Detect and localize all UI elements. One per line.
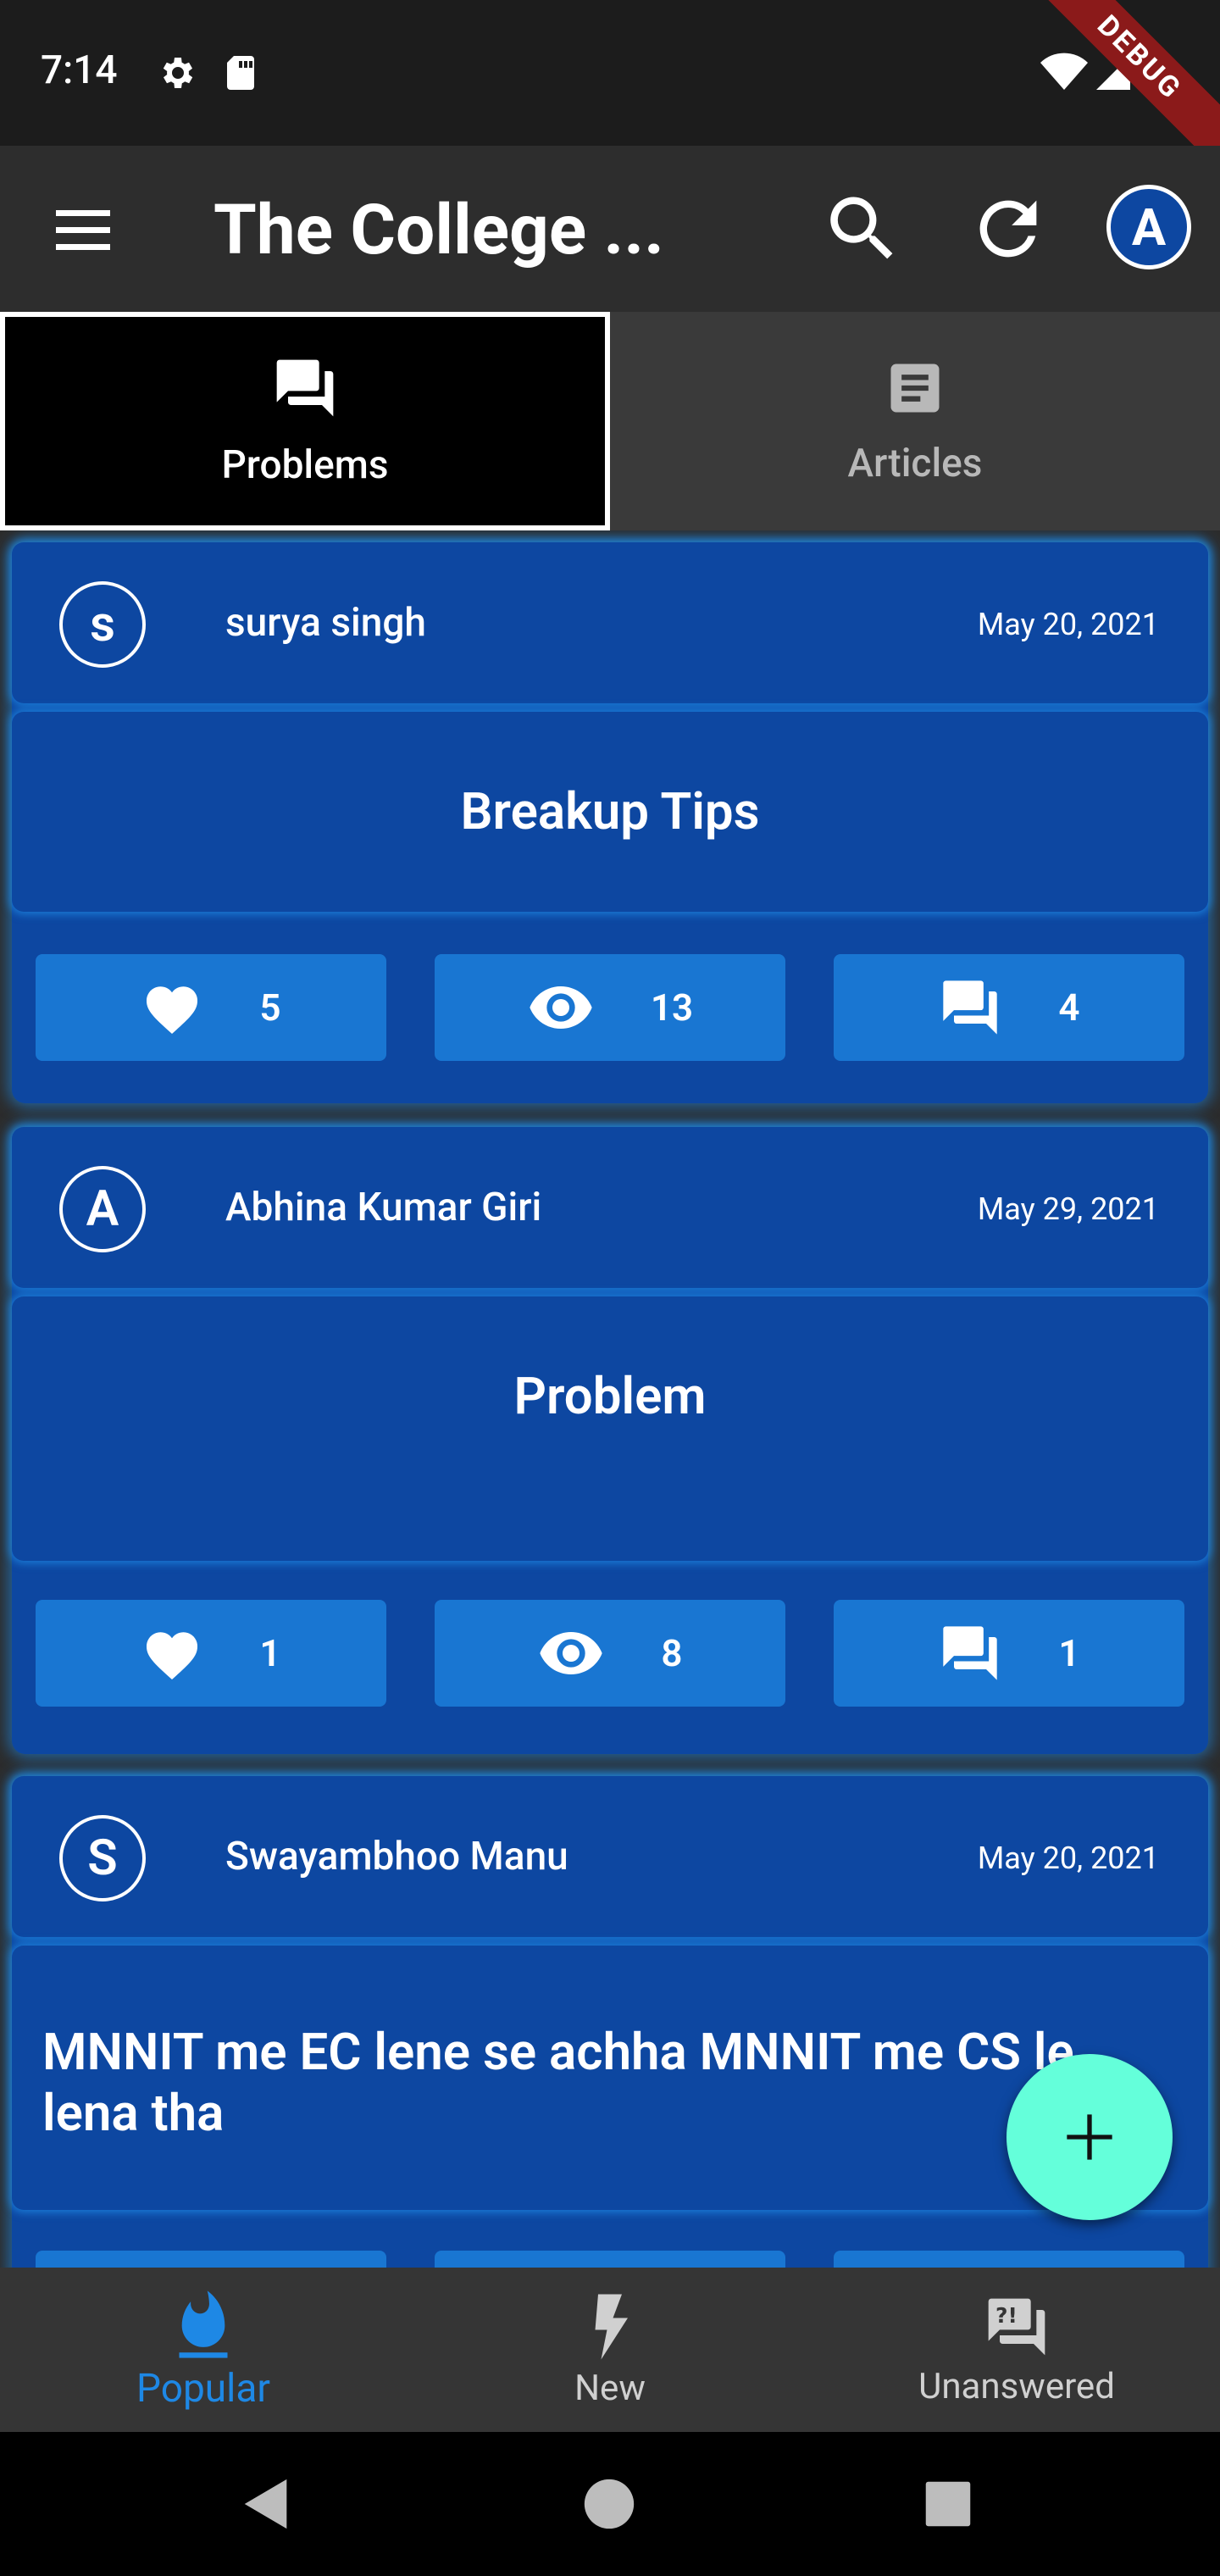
post-author[interactable]: Abhina Kumar Giri (225, 1185, 541, 1230)
post-feed[interactable]: s surya singh May 20, 2021 Breakup Tips … (0, 530, 1220, 2268)
like-count: 5 (259, 985, 281, 1030)
views-button[interactable]: 13 (435, 954, 785, 1061)
forum-icon (943, 980, 998, 1035)
nav-unanswered[interactable]: ?! Unanswered (813, 2268, 1220, 2432)
post-author[interactable]: surya singh (225, 600, 426, 646)
plus-icon (1067, 2114, 1112, 2160)
tab-bar: Problems Articles (0, 312, 1220, 530)
tab-articles-label: Articles (847, 441, 983, 486)
menu-icon[interactable] (46, 197, 122, 264)
app-bar: The College ... A (0, 146, 1220, 312)
post-header[interactable]: S Swayambhoo Manu May 20, 2021 (12, 1776, 1208, 1937)
app-screen: 7:14 DEBUG The College ... A Problems Ar… (0, 0, 1220, 2576)
svg-text:?!: ?! (995, 2303, 1018, 2328)
article-icon (890, 364, 940, 413)
post-header[interactable]: s surya singh May 20, 2021 (12, 542, 1208, 703)
app-title: The College ... (214, 190, 664, 271)
heart-icon (147, 986, 198, 1035)
post-date: May 20, 2021 (977, 607, 1159, 642)
recents-icon[interactable] (918, 2474, 978, 2534)
flame-icon (179, 2290, 228, 2358)
avatar[interactable]: s (59, 581, 146, 668)
system-navigation-bar (0, 2432, 1220, 2576)
home-icon[interactable] (580, 2474, 639, 2534)
profile-avatar[interactable]: A (1106, 185, 1191, 269)
post-actions: 1 8 1 (12, 1600, 1208, 1708)
post-title: Breakup Tips (460, 781, 760, 841)
bolt-icon (595, 2294, 628, 2359)
sd-card-icon (227, 56, 254, 90)
view-count: 13 (650, 985, 694, 1030)
post-body[interactable]: Problem (12, 1296, 1208, 1561)
tab-problems[interactable]: Problems (0, 312, 610, 530)
forum-icon (276, 359, 334, 417)
gear-icon (163, 58, 193, 88)
add-post-button[interactable] (1006, 2054, 1173, 2220)
post-date: May 20, 2021 (977, 1840, 1159, 1876)
eye-icon (540, 1632, 603, 1674)
search-icon[interactable] (820, 186, 905, 271)
nav-popular-label: Popular (136, 2366, 270, 2412)
post-title: MNNIT me EC lene se achha MNNIT me CS le… (42, 2022, 1074, 2143)
post-actions: 5 13 4 (12, 954, 1208, 1063)
post-date: May 29, 2021 (977, 1191, 1159, 1227)
nav-unanswered-label: Unanswered (918, 2365, 1115, 2407)
tab-problems-label: Problems (221, 442, 389, 488)
post-actions (12, 2251, 1208, 2268)
like-count: 1 (259, 1631, 281, 1675)
avatar[interactable]: S (59, 1815, 146, 1901)
post-card[interactable]: s surya singh May 20, 2021 Breakup Tips … (12, 542, 1208, 1103)
eye-icon (530, 986, 592, 1029)
status-time: 7:14 (41, 47, 118, 93)
comments-button[interactable]: 4 (834, 954, 1184, 1061)
view-count: 8 (661, 1631, 683, 1675)
views-button[interactable]: 8 (435, 1600, 785, 1707)
comments-button[interactable] (834, 2251, 1184, 2268)
like-button[interactable]: 5 (36, 954, 386, 1061)
back-icon[interactable] (237, 2474, 297, 2534)
post-author[interactable]: Swayambhoo Manu (225, 1834, 568, 1879)
nav-popular[interactable]: Popular (0, 2268, 407, 2432)
avatar[interactable]: A (59, 1166, 146, 1252)
post-card[interactable]: A Abhina Kumar Giri May 29, 2021 Problem… (12, 1127, 1208, 1754)
comment-count: 1 (1058, 1631, 1080, 1675)
post-header[interactable]: A Abhina Kumar Giri May 29, 2021 (12, 1127, 1208, 1288)
forum-icon (943, 1626, 998, 1680)
wifi-icon (1040, 53, 1088, 90)
bottom-navigation: Popular New ?! Unanswered (0, 2268, 1220, 2432)
status-bar: 7:14 DEBUG (0, 0, 1220, 174)
post-body[interactable]: Breakup Tips (12, 712, 1208, 912)
refresh-icon[interactable] (966, 186, 1051, 271)
post-title: Problem (513, 1366, 707, 1426)
nav-new[interactable]: New (407, 2268, 813, 2432)
comments-button[interactable]: 1 (834, 1600, 1184, 1707)
tab-articles[interactable]: Articles (610, 312, 1220, 530)
heart-icon (147, 1632, 198, 1680)
unanswered-icon: ?! (988, 2298, 1045, 2355)
like-button[interactable] (36, 2251, 386, 2268)
nav-new-label: New (574, 2367, 646, 2409)
views-button[interactable] (435, 2251, 785, 2268)
like-button[interactable]: 1 (36, 1600, 386, 1707)
comment-count: 4 (1058, 985, 1080, 1030)
